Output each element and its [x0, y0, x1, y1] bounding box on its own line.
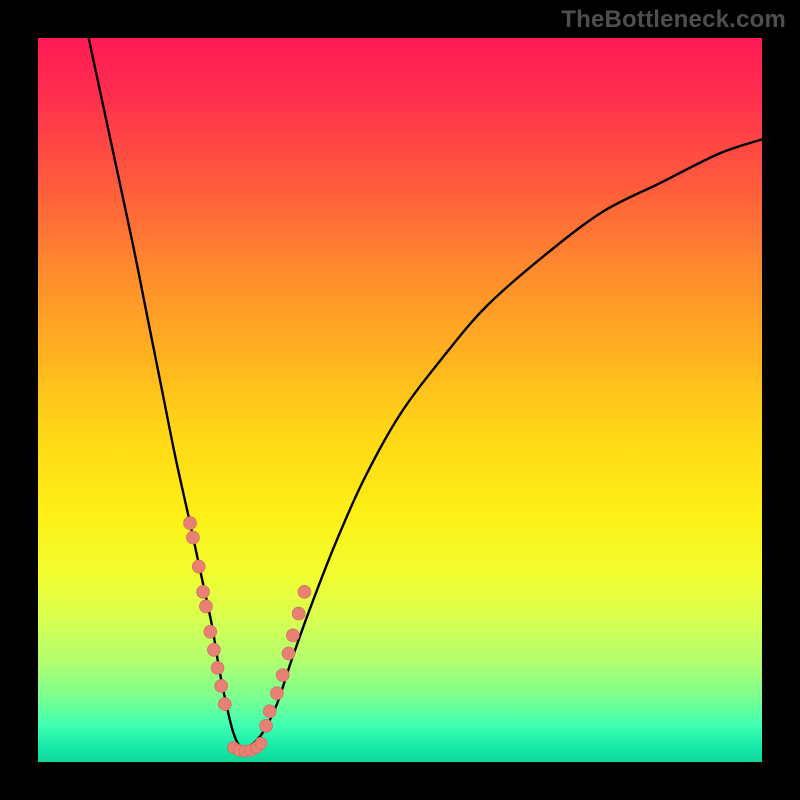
- data-marker: [286, 629, 299, 642]
- plot-area: [38, 38, 762, 762]
- chart-frame: TheBottleneck.com: [0, 0, 800, 800]
- data-marker: [298, 585, 311, 598]
- data-marker: [255, 737, 267, 749]
- data-marker: [270, 687, 283, 700]
- data-marker: [186, 531, 199, 544]
- data-marker: [218, 698, 231, 711]
- data-marker: [197, 585, 210, 598]
- left-marker-cluster: [184, 517, 232, 711]
- data-marker: [215, 679, 228, 692]
- watermark-text: TheBottleneck.com: [561, 6, 786, 34]
- data-marker: [292, 607, 305, 620]
- data-marker: [192, 560, 205, 573]
- data-marker: [282, 647, 295, 660]
- data-marker: [184, 517, 197, 530]
- data-marker: [263, 705, 276, 718]
- data-marker: [204, 625, 217, 638]
- data-marker: [211, 661, 224, 674]
- data-marker: [199, 600, 212, 613]
- bottom-marker-cluster: [227, 737, 267, 757]
- right-marker-cluster: [260, 585, 311, 732]
- bottleneck-curve: [89, 38, 762, 749]
- data-marker: [276, 669, 289, 682]
- data-marker: [207, 643, 220, 656]
- data-marker: [260, 719, 273, 732]
- chart-svg: [38, 38, 762, 762]
